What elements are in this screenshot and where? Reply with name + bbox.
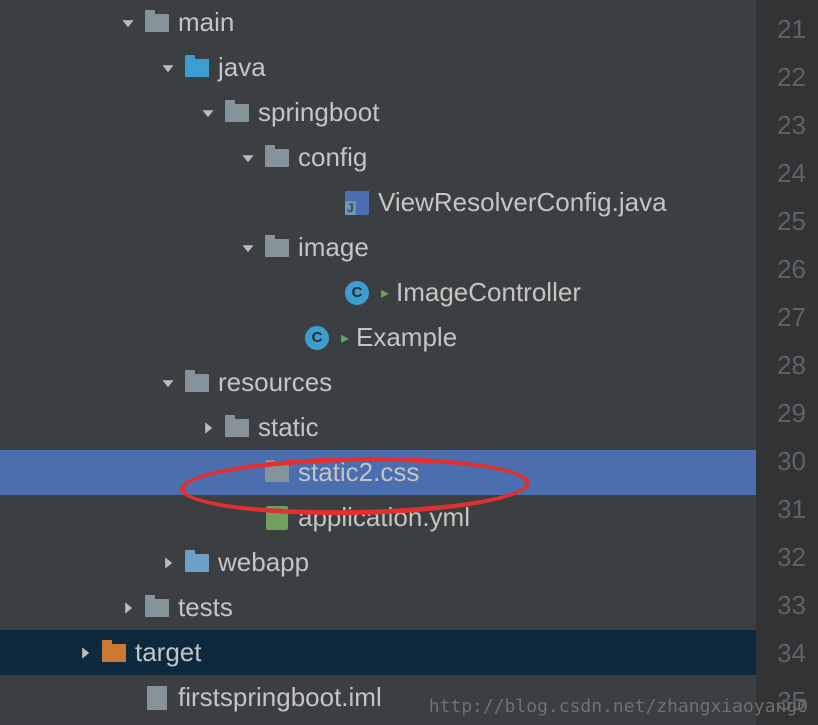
tree-item[interactable]: springboot bbox=[0, 90, 756, 135]
tree-item-label: tests bbox=[178, 592, 233, 623]
expand-arrow-icon[interactable] bbox=[198, 418, 218, 438]
tree-item-label: image bbox=[298, 232, 369, 263]
tree-item[interactable]: resources bbox=[0, 360, 756, 405]
tree-item-label: application.yml bbox=[298, 502, 470, 533]
package-folder-icon bbox=[224, 415, 250, 441]
line-number: 31 bbox=[756, 485, 818, 533]
arrow-spacer bbox=[278, 328, 298, 348]
tree-item-label: main bbox=[178, 7, 234, 38]
resources-folder-icon bbox=[184, 370, 210, 396]
tree-item[interactable]: ViewResolverConfig.java bbox=[0, 180, 756, 225]
runnable-badge-icon: ▸ bbox=[378, 286, 392, 300]
java-file-icon bbox=[344, 190, 370, 216]
expand-arrow-icon[interactable] bbox=[158, 373, 178, 393]
tree-item[interactable]: config bbox=[0, 135, 756, 180]
tree-item[interactable]: static2.css bbox=[0, 450, 756, 495]
arrow-spacer bbox=[238, 508, 258, 528]
tree-item[interactable]: image bbox=[0, 225, 756, 270]
tree-item[interactable]: webapp bbox=[0, 540, 756, 585]
java-folder-icon bbox=[184, 55, 210, 81]
expand-arrow-icon[interactable] bbox=[238, 238, 258, 258]
runnable-class-icon: C bbox=[304, 325, 330, 351]
class-icon: C bbox=[344, 280, 370, 306]
runnable-badge-icon: ▸ bbox=[338, 331, 352, 345]
arrow-spacer bbox=[318, 283, 338, 303]
tree-item[interactable]: C ▸ ImageController bbox=[0, 270, 756, 315]
package-folder-icon bbox=[264, 460, 290, 486]
line-number: 25 bbox=[756, 197, 818, 245]
line-number: 29 bbox=[756, 389, 818, 437]
iml-file-icon bbox=[144, 685, 170, 711]
folder-icon bbox=[144, 10, 170, 36]
tree-item-label: webapp bbox=[218, 547, 309, 578]
line-number: 26 bbox=[756, 245, 818, 293]
expand-arrow-icon[interactable] bbox=[118, 598, 138, 618]
line-number: 34 bbox=[756, 629, 818, 677]
line-number: 21 bbox=[756, 5, 818, 53]
line-number: 33 bbox=[756, 581, 818, 629]
line-number: 32 bbox=[756, 533, 818, 581]
tree-item-label: config bbox=[298, 142, 367, 173]
expand-arrow-icon[interactable] bbox=[238, 148, 258, 168]
arrow-spacer bbox=[238, 463, 258, 483]
line-number: 22 bbox=[756, 53, 818, 101]
tree-item[interactable]: C ▸ Example bbox=[0, 315, 756, 360]
tree-item[interactable]: static bbox=[0, 405, 756, 450]
tree-item-label: target bbox=[135, 637, 202, 668]
tree-item-label: springboot bbox=[258, 97, 379, 128]
arrow-spacer bbox=[118, 688, 138, 708]
expand-arrow-icon[interactable] bbox=[158, 58, 178, 78]
line-number: 23 bbox=[756, 101, 818, 149]
tree-item-label: ImageController bbox=[396, 277, 581, 308]
tree-item[interactable]: application.yml bbox=[0, 495, 756, 540]
line-number: 24 bbox=[756, 149, 818, 197]
webapp-folder-icon bbox=[184, 550, 210, 576]
editor-gutter: 212223242526272829303132333435 bbox=[756, 0, 818, 725]
yaml-file-icon bbox=[264, 505, 290, 531]
arrow-spacer bbox=[318, 193, 338, 213]
watermark: http://blog.csdn.net/zhangxiaoyang0 bbox=[429, 696, 808, 717]
package-folder-icon bbox=[264, 145, 290, 171]
expand-arrow-icon[interactable] bbox=[75, 643, 95, 663]
tree-item-label: ViewResolverConfig.java bbox=[378, 187, 667, 218]
package-folder-icon bbox=[224, 100, 250, 126]
expand-arrow-icon[interactable] bbox=[158, 553, 178, 573]
tree-item-label: static bbox=[258, 412, 319, 443]
tree-item[interactable]: tests bbox=[0, 585, 756, 630]
tree-item[interactable]: target bbox=[0, 630, 756, 675]
expand-arrow-icon[interactable] bbox=[198, 103, 218, 123]
tree-item-label: static2.css bbox=[298, 457, 419, 488]
tree-item[interactable]: main bbox=[0, 0, 756, 45]
line-number: 30 bbox=[756, 437, 818, 485]
tree-item-label: Example bbox=[356, 322, 457, 353]
folder-icon bbox=[144, 595, 170, 621]
package-folder-icon bbox=[264, 235, 290, 261]
tree-item[interactable]: java bbox=[0, 45, 756, 90]
target-folder-icon bbox=[101, 640, 127, 666]
line-number: 27 bbox=[756, 293, 818, 341]
expand-arrow-icon[interactable] bbox=[118, 13, 138, 33]
tree-item-label: firstspringboot.iml bbox=[178, 682, 382, 713]
tree-item-label: resources bbox=[218, 367, 332, 398]
tree-item-label: java bbox=[218, 52, 266, 83]
project-tree-panel: main java springboot config ViewResolverConf… bbox=[0, 0, 756, 725]
line-number: 28 bbox=[756, 341, 818, 389]
